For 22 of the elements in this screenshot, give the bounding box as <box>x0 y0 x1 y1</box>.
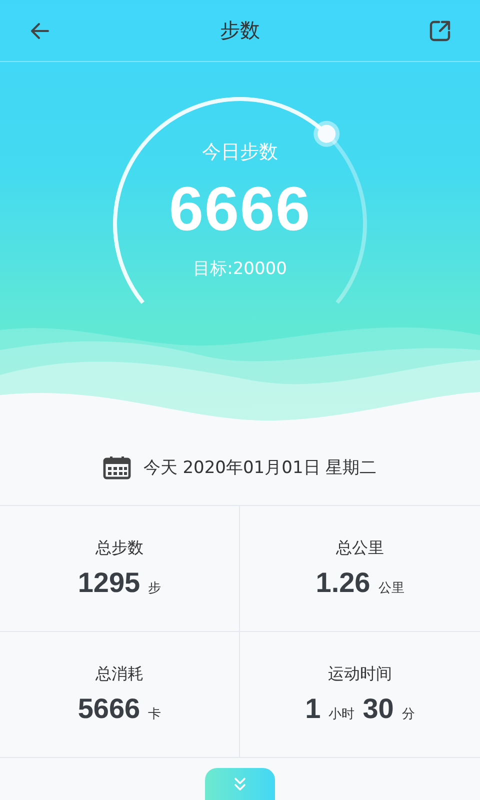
today-steps-label: 今日步数 <box>202 140 278 165</box>
stat-value: 5666 <box>78 693 140 725</box>
stat-unit: 分 <box>402 706 415 723</box>
stat-value: 1.26 <box>316 567 370 599</box>
stat-label: 总步数 <box>96 538 144 559</box>
stat-unit: 卡 <box>148 706 162 723</box>
stat-value: 30 <box>362 693 394 725</box>
stat-unit: 小时 <box>328 706 355 723</box>
stat-unit: 步 <box>148 580 162 597</box>
stat-value: 1295 <box>78 567 140 599</box>
calendar-icon <box>103 456 132 480</box>
today-steps-count: 6666 <box>169 179 311 241</box>
stat-value: 1 <box>305 693 321 725</box>
progress-knob <box>314 120 340 147</box>
step-goal: 目标:20000 <box>193 258 287 280</box>
share-icon[interactable] <box>428 18 452 42</box>
date-text: 今天 2020年01月01日 星期二 <box>143 457 377 479</box>
page-title: 步数 <box>220 17 260 44</box>
stat-label: 运动时间 <box>328 664 392 685</box>
stat-label: 总消耗 <box>96 664 144 685</box>
stat-label: 总公里 <box>336 538 384 559</box>
stat-unit: 公里 <box>378 580 404 597</box>
